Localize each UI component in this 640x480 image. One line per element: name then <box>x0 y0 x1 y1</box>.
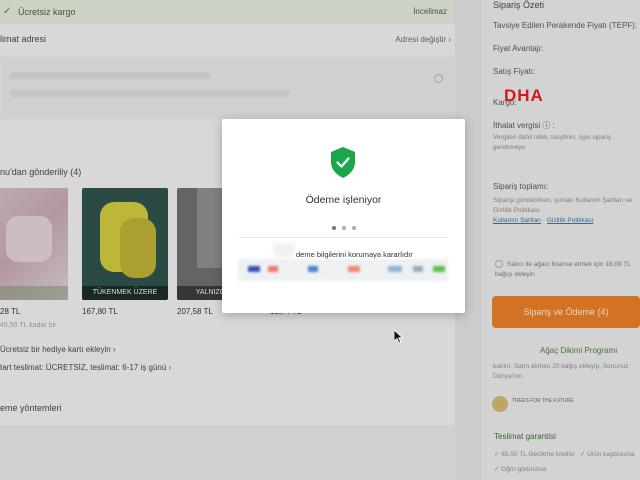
loading-dot <box>341 226 346 230</box>
card-logo <box>413 266 423 272</box>
loading-dot <box>351 226 356 230</box>
card-logo <box>348 266 360 272</box>
dialog-message: deme bilgilerini korumaya kararlıdır <box>296 250 413 259</box>
card-logo <box>308 266 318 272</box>
payment-logos <box>238 259 448 281</box>
loading-dot <box>331 226 336 230</box>
loading-indicator <box>222 217 465 235</box>
card-logo <box>268 266 278 272</box>
card-logo <box>388 266 402 272</box>
card-logo <box>433 266 445 272</box>
dialog-divider <box>239 237 448 238</box>
shield-check-icon <box>331 147 355 178</box>
payment-processing-dialog: Ödeme işleniyor deme bilgilerini korumay… <box>222 119 465 313</box>
dialog-title: Ödeme işleniyor <box>305 194 382 206</box>
mouse-cursor-icon <box>394 330 403 344</box>
card-logo <box>248 266 260 272</box>
dialog-blurred-area <box>274 243 294 257</box>
